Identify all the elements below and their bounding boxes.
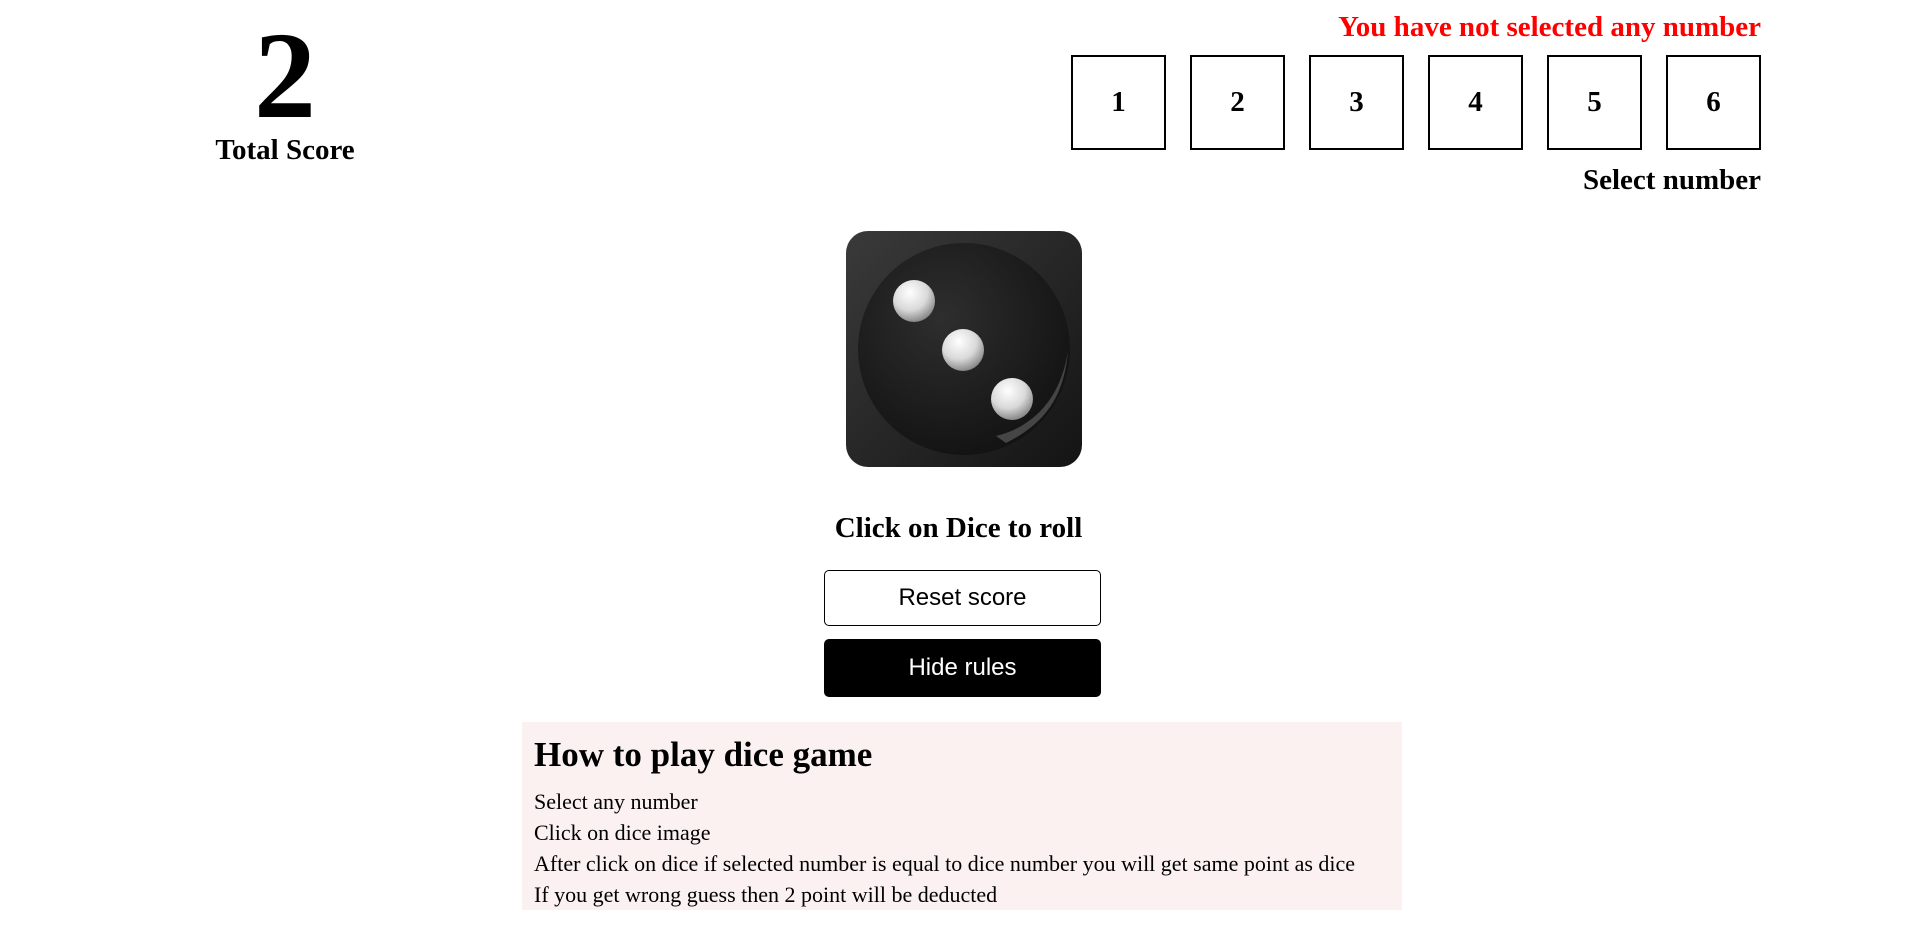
dice-pip-2: [942, 329, 984, 371]
total-score-value: 2: [254, 7, 316, 144]
hide-rules-button[interactable]: Hide rules: [824, 639, 1101, 697]
dice-pip-1: [893, 280, 935, 322]
number-box-6[interactable]: 6: [1666, 55, 1761, 150]
number-box-1[interactable]: 1: [1071, 55, 1166, 150]
rule-line-1: Select any number: [534, 789, 698, 814]
reset-score-button[interactable]: Reset score: [824, 570, 1101, 626]
rule-line-3: After click on dice if selected number i…: [534, 851, 1356, 876]
dice-game-page: 2 Total Score You have not selected any …: [0, 0, 1917, 929]
selection-error-message: You have not selected any number: [1338, 11, 1761, 43]
dice-face-icon: [846, 231, 1082, 467]
number-box-row: 1 2 3 4 5 6: [961, 55, 1761, 150]
dice-image[interactable]: [846, 231, 1082, 467]
number-box-3[interactable]: 3: [1309, 55, 1404, 150]
dice-pip-3: [991, 378, 1033, 420]
rule-line-4: If you get wrong guess then 2 point will…: [534, 882, 998, 907]
number-box-5[interactable]: 5: [1547, 55, 1642, 150]
select-number-label: Select number: [1583, 164, 1761, 196]
rules-title: How to play dice game: [534, 735, 873, 774]
roll-instruction: Click on Dice to roll: [834, 512, 1083, 544]
number-selector: You have not selected any number 1 2 3 4…: [961, 8, 1761, 198]
rule-line-2: Click on dice image: [534, 820, 711, 845]
total-score-label: Total Score: [215, 134, 355, 166]
score-block: 2 Total Score: [180, 7, 390, 168]
rules-panel: How to play dice game Select any number …: [522, 722, 1402, 910]
number-box-2[interactable]: 2: [1190, 55, 1285, 150]
number-box-4[interactable]: 4: [1428, 55, 1523, 150]
